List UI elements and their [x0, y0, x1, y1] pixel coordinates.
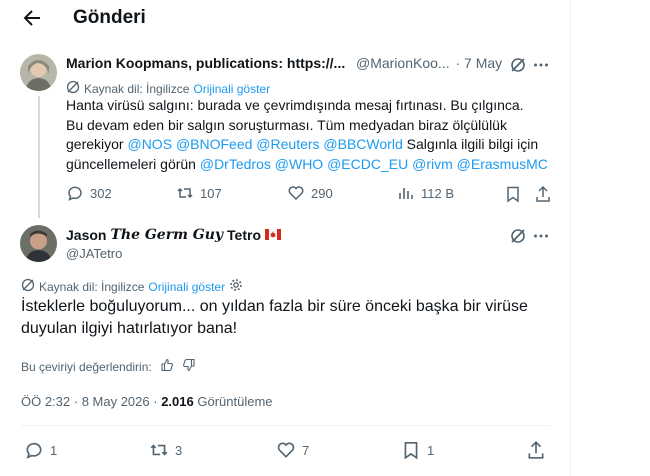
translate-label: Kaynak dil: İngilizce	[39, 279, 145, 294]
post-date[interactable]: · 7 May	[455, 55, 502, 71]
reply-icon	[68, 186, 82, 201]
mention-link[interactable]: @NOS	[127, 136, 172, 152]
author-name[interactable]: Marion Koopmans, publications: https://.…	[66, 55, 345, 71]
page-header: Gönderi	[0, 0, 570, 38]
mention-link[interactable]: @BBCWorld	[323, 136, 402, 152]
translate-label: Kaynak dil: İngilizce	[84, 81, 190, 96]
divider	[21, 425, 551, 426]
gear-icon[interactable]	[229, 278, 243, 295]
back-arrow-icon[interactable]	[20, 6, 44, 30]
reply-button[interactable]: 302	[66, 184, 112, 202]
bookmark-button[interactable]: 1	[401, 440, 434, 460]
reply-button[interactable]: 1	[24, 440, 57, 460]
share-icon[interactable]	[526, 440, 546, 460]
avatar[interactable]	[20, 54, 57, 91]
mention-link[interactable]: @ECDC_EU	[327, 156, 408, 172]
post-text: Hanta virüsü salgını: burada ve çevrimdı…	[66, 97, 548, 172]
post-time[interactable]: ÖÖ 2:32 · 8 May 2026 ·	[21, 394, 158, 409]
grok-icon[interactable]	[508, 226, 528, 246]
like-button[interactable]: 290	[287, 184, 333, 202]
author-handle[interactable]: @JATetro	[66, 246, 122, 261]
post-actions: 302	[66, 184, 112, 202]
repost-button[interactable]: 3	[149, 440, 182, 460]
views-count: 2.016	[161, 394, 194, 409]
mention-link[interactable]: @BNOFeed	[176, 136, 252, 152]
bookmark-icon	[404, 441, 418, 460]
post-metadata: ÖÖ 2:32 · 8 May 2026 · 2.016 Görüntüleme	[21, 394, 273, 409]
column-border	[570, 0, 571, 476]
author-handle[interactable]: @MarionKoo...	[356, 55, 450, 71]
thumbs-up-icon[interactable]	[160, 358, 174, 375]
translate-icon	[66, 80, 80, 97]
canada-flag-icon	[265, 227, 282, 243]
show-original-link[interactable]: Orijinali göster	[148, 280, 225, 294]
repost-button[interactable]: 107	[176, 184, 222, 202]
more-icon[interactable]	[531, 55, 551, 75]
translation-info: Kaynak dil: İngilizce Orijinali göster	[21, 278, 243, 295]
grok-icon[interactable]	[508, 55, 528, 75]
page-title: Gönderi	[73, 7, 146, 28]
mention-link[interactable]: @rivm	[412, 156, 453, 172]
like-button[interactable]: 7	[276, 440, 309, 460]
rate-translation: Bu çeviriyi değerlendirin:	[21, 358, 196, 375]
reply-icon	[26, 442, 42, 459]
translation-info: Kaynak dil: İngilizce Orijinali göster	[66, 80, 270, 97]
mention-link[interactable]: @ErasmusMC	[457, 156, 548, 172]
share-icon[interactable]	[533, 184, 553, 204]
more-icon[interactable]	[531, 226, 551, 246]
repost-icon	[150, 444, 168, 456]
views-button[interactable]: 112 B	[397, 184, 454, 202]
mention-link[interactable]: @Reuters	[256, 136, 319, 152]
mention-link[interactable]: @WHO	[275, 156, 323, 172]
avatar[interactable]	[20, 225, 57, 262]
rate-label: Bu çeviriyi değerlendirin:	[21, 359, 152, 374]
repost-icon	[177, 187, 193, 199]
like-icon	[288, 186, 304, 201]
post-text: İsteklerle boğuluyorum... on yıldan fazl…	[21, 298, 528, 337]
bookmark-icon[interactable]	[503, 184, 523, 204]
views-label: Görüntüleme	[197, 394, 273, 409]
author-name[interactable]: Jason The Germ Guy Tetro	[66, 227, 282, 243]
like-icon	[277, 442, 295, 458]
translate-icon	[21, 278, 35, 295]
thumbs-down-icon[interactable]	[182, 358, 196, 375]
mention-link[interactable]: @DrTedros	[200, 156, 271, 172]
thread-line	[38, 96, 40, 218]
show-original-link[interactable]: Orijinali göster	[193, 82, 270, 96]
views-icon	[399, 188, 413, 199]
